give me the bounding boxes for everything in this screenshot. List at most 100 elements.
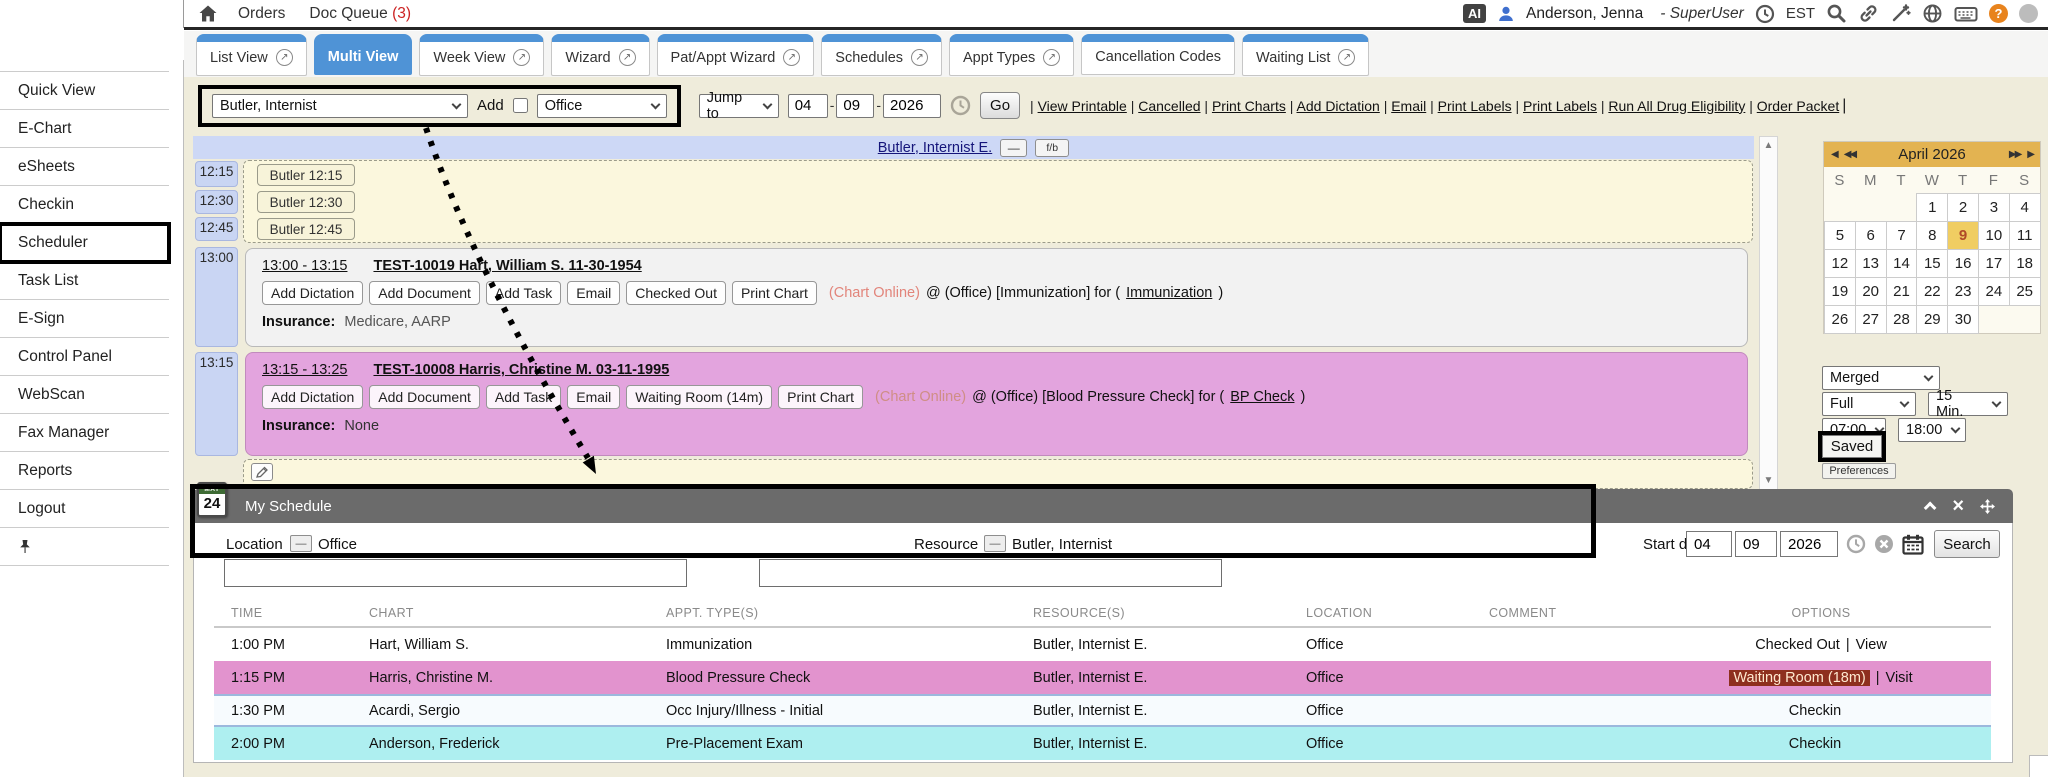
clock-icon[interactable] — [1755, 4, 1775, 24]
time-slot-label[interactable]: 13:00 — [195, 247, 238, 347]
appointment-time-link[interactable]: 13:15 - 13:25 — [262, 362, 347, 378]
provider-select[interactable]: Butler, Internist — [212, 94, 468, 118]
toolbar-link[interactable]: Print Labels — [1438, 98, 1512, 114]
move-panel-icon[interactable] — [1980, 499, 1995, 514]
date-day-input[interactable] — [836, 94, 874, 118]
jump-to-select[interactable]: Jump to — [699, 94, 779, 118]
go-button[interactable]: Go — [980, 92, 1020, 119]
keyboard-icon[interactable] — [1954, 4, 1978, 24]
calendar-day[interactable]: 30 — [1947, 305, 1979, 334]
tab[interactable]: Multi View ↗ — [314, 34, 413, 75]
appointment-action-button[interactable]: Email — [567, 281, 620, 305]
sidebar-item[interactable]: E-Sign — [0, 300, 169, 338]
appointment-action-button[interactable]: Add Task — [486, 281, 561, 305]
toolbar-link[interactable]: Add Dictation — [1297, 98, 1380, 114]
calendar-day[interactable]: 27 — [1855, 305, 1887, 334]
calendar-day[interactable]: 12 — [1824, 249, 1856, 278]
close-panel-icon[interactable]: × — [1952, 499, 1964, 513]
wand-icon[interactable] — [1890, 3, 1911, 24]
open-slot-button[interactable]: Butler 12:30 — [257, 191, 355, 213]
toolbar-link[interactable]: Order Packet — [1757, 98, 1839, 114]
merged-view-select[interactable]: Merged — [1822, 366, 1940, 390]
popout-icon[interactable]: ↗ — [911, 49, 928, 66]
tab[interactable]: Appt Types ↗ — [949, 34, 1074, 76]
popout-icon[interactable]: ↗ — [513, 49, 530, 66]
tab[interactable]: List View ↗ — [196, 34, 307, 76]
calendar-day[interactable]: 19 — [1824, 277, 1856, 306]
sidebar-item[interactable]: E-Chart — [0, 110, 169, 148]
option-link[interactable]: Checkin — [1789, 736, 1841, 752]
calendar-day[interactable]: 11 — [2009, 221, 2041, 250]
tab[interactable]: Cancellation Codes ↗ — [1081, 34, 1235, 75]
table-row[interactable]: 1:30 PM Acardi, Sergio Occ Injury/Illnes… — [214, 694, 1991, 727]
patient-link[interactable]: TEST-10019 Hart, William S. 11-30-1954 — [373, 258, 641, 274]
calendar-day[interactable]: 9 — [1947, 221, 1979, 250]
open-slot-button[interactable]: Butler 12:45 — [257, 218, 355, 240]
toolbar-link[interactable]: Print Charts — [1212, 98, 1286, 114]
option-link[interactable]: View — [1856, 637, 1887, 653]
cell-chart[interactable]: Harris, Christine M. — [369, 670, 666, 686]
popout-icon[interactable]: ↗ — [783, 49, 800, 66]
saved-button[interactable]: Saved — [1822, 435, 1882, 458]
resource-collapse-button[interactable]: — — [984, 535, 1006, 552]
start-date-year-input[interactable] — [1780, 531, 1838, 557]
toolbar-link[interactable]: Email — [1391, 98, 1426, 114]
time-clock-icon[interactable] — [1846, 534, 1866, 554]
appointment-block-harris[interactable]: 13:15 - 13:25 TEST-10008 Harris, Christi… — [245, 352, 1748, 456]
popout-icon[interactable]: ↗ — [1338, 49, 1355, 66]
table-row[interactable]: 1:00 PM Hart, William S. Immunization Bu… — [214, 628, 1991, 661]
start-date-day-input[interactable] — [1735, 531, 1777, 557]
sidebar-item[interactable]: Scheduler — [0, 224, 169, 262]
calendar-day[interactable] — [2009, 305, 2041, 334]
calendar-day[interactable]: 13 — [1855, 249, 1887, 278]
calendar-day[interactable]: 3 — [1978, 193, 2010, 222]
sidebar-item[interactable]: WebScan — [0, 376, 169, 414]
tab[interactable]: Wizard ↗ — [551, 34, 649, 76]
sidebar-item[interactable]: Quick View — [0, 72, 169, 110]
calendar-day[interactable]: 16 — [1947, 249, 1979, 278]
calendar-day[interactable]: 29 — [1916, 305, 1948, 334]
table-row[interactable]: 2:00 PM Anderson, Frederick Pre-Placemen… — [214, 727, 1991, 760]
time-slot-label[interactable]: 13:15 — [195, 352, 238, 456]
sidebar-item[interactable]: Checkin — [0, 186, 169, 224]
calendar-day[interactable]: 20 — [1855, 277, 1887, 306]
calendar-day[interactable]: 6 — [1855, 221, 1887, 250]
calendar-day[interactable]: 26 — [1824, 305, 1856, 334]
open-slot-button[interactable]: Butler 12:15 — [257, 164, 355, 186]
appointment-action-button[interactable]: Add Task — [486, 385, 561, 409]
calendar-day[interactable]: 1 — [1916, 193, 1948, 222]
popout-icon[interactable]: ↗ — [1043, 49, 1060, 66]
calendar-day[interactable]: 10 — [1978, 221, 2010, 250]
time-clock-icon[interactable] — [950, 95, 971, 116]
calendar-day[interactable]: 15 — [1916, 249, 1948, 278]
popout-icon[interactable]: ↗ — [276, 49, 293, 66]
prev-year-icon[interactable]: ◀ — [1831, 149, 1837, 160]
sidebar-item[interactable]: Logout — [0, 490, 169, 528]
time-slot-label[interactable]: 12:45 — [195, 217, 238, 241]
sidebar-item[interactable]: Fax Manager — [0, 414, 169, 452]
collapse-panel-icon[interactable] — [1924, 501, 1937, 514]
appointment-action-button[interactable]: Add Dictation — [262, 385, 363, 409]
resource-list-box[interactable] — [759, 559, 1222, 587]
user-name[interactable]: Anderson, Jenna — [1526, 5, 1643, 23]
calendar-day[interactable]: 24 — [1978, 277, 2010, 306]
option-link[interactable]: Waiting Room (18m) — [1729, 670, 1869, 686]
calendar-day[interactable]: 25 — [2009, 277, 2041, 306]
option-link[interactable]: Checkin — [1789, 703, 1841, 719]
search-icon[interactable] — [1826, 3, 1847, 24]
interval-select[interactable]: 15 Min. — [1928, 392, 2008, 416]
calendar-day[interactable]: 7 — [1886, 221, 1918, 250]
appointment-action-button[interactable]: Checked Out — [626, 281, 726, 305]
appointment-action-button[interactable]: Email — [567, 385, 620, 409]
appointment-action-button[interactable]: Print Chart — [732, 281, 817, 305]
toolbar-link[interactable]: View Printable — [1038, 98, 1127, 114]
calendar-day[interactable]: 18 — [2009, 249, 2041, 278]
time-slot-label[interactable]: 12:30 — [195, 190, 238, 214]
next-year-icon[interactable]: ▶ — [2027, 149, 2033, 160]
avatar[interactable] — [2019, 4, 2038, 23]
location-collapse-button[interactable]: — — [290, 535, 312, 552]
home-icon[interactable] — [198, 4, 218, 23]
appointment-block-hart[interactable]: 13:00 - 13:15 TEST-10019 Hart, William S… — [245, 248, 1748, 347]
help-icon[interactable]: ? — [1989, 4, 2008, 23]
tab[interactable]: Week View ↗ — [419, 34, 544, 76]
